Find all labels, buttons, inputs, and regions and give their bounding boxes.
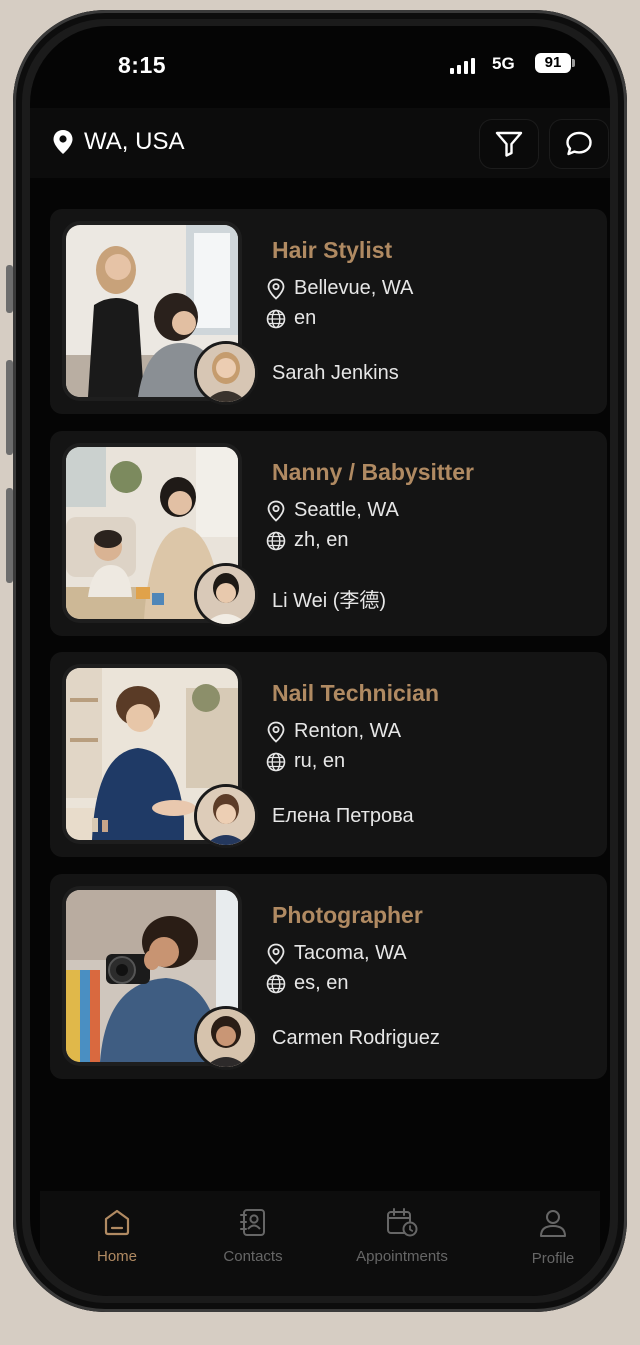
listing-languages: en (266, 307, 316, 330)
listing-role: Nanny / Babysitter (272, 459, 474, 485)
listing-role: Photographer (272, 902, 423, 928)
tab-contacts-label: Contacts (223, 1248, 283, 1265)
location-pin-outline-icon (267, 278, 285, 300)
listing-city: Seattle, WA (294, 499, 399, 521)
listing-card[interactable]: Hair Stylist Bellevue, WA en Sarah Jenki… (50, 209, 607, 414)
top-bar: WA, USA (30, 108, 610, 178)
contacts-icon (240, 1209, 265, 1236)
location-pin-outline-icon (267, 943, 285, 965)
globe-icon (266, 309, 286, 328)
location-pin-outline-icon (267, 500, 285, 522)
battery-icon: 91 (535, 53, 575, 73)
home-icon (104, 1209, 130, 1236)
volume-down-button (6, 488, 13, 583)
listing-languages: es, en (266, 972, 348, 995)
listing-card[interactable]: Nail Technician Renton, WA ru, en Елена … (50, 652, 607, 857)
listing-location: Renton, WA (266, 720, 401, 743)
tab-home-label: Home (96, 1248, 137, 1265)
provider-avatar (194, 563, 258, 627)
listing-location: Tacoma, WA (266, 942, 407, 965)
tab-appointments-label: Appointments (356, 1248, 448, 1265)
provider-name: Sarah Jenkins (272, 362, 399, 384)
status-bar: 8:15 5G 91 (30, 26, 610, 106)
calendar-icon (387, 1208, 418, 1237)
status-time: 8:15 (118, 52, 167, 78)
listing-language-codes: zh, en (294, 529, 349, 551)
provider-avatar (194, 1006, 258, 1070)
listing-language-codes: es, en (294, 972, 349, 994)
tab-appointments[interactable]: Appointments (342, 1207, 462, 1265)
location-selector[interactable]: WA, USA (52, 128, 184, 156)
tab-contacts[interactable]: Contacts (193, 1207, 313, 1265)
signal-icon (450, 58, 475, 74)
listing-city: Bellevue, WA (294, 277, 414, 299)
globe-icon (266, 974, 286, 993)
globe-icon (266, 531, 286, 550)
provider-avatar (194, 784, 258, 848)
network-label: 5G (492, 54, 515, 73)
provider-avatar (194, 341, 258, 405)
mute-switch (6, 265, 13, 313)
listing-city: Tacoma, WA (294, 942, 407, 964)
tab-home[interactable]: Home (57, 1207, 177, 1265)
listing-role: Nail Technician (272, 680, 440, 706)
provider-name: Carmen Rodriguez (272, 1027, 440, 1049)
listing-card[interactable]: Nanny / Babysitter Seattle, WA zh, en Li… (50, 431, 607, 636)
filter-button[interactable] (480, 120, 538, 168)
listing-location: Seattle, WA (266, 499, 399, 522)
profile-icon (540, 1210, 566, 1237)
messages-button[interactable] (550, 120, 608, 168)
provider-name: Li Wei (李德) (272, 590, 387, 612)
provider-name: Елена Петрова (272, 805, 414, 827)
location-title: WA, USA (84, 128, 185, 155)
listing-languages: ru, en (266, 750, 345, 773)
globe-icon (266, 752, 286, 771)
listing-language-codes: ru, en (294, 750, 346, 772)
listing-location: Bellevue, WA (266, 277, 413, 300)
location-pin-outline-icon (267, 721, 285, 743)
listing-languages: zh, en (266, 529, 348, 552)
chat-bubble-icon (566, 131, 592, 156)
screen: 8:15 5G 91 WA, USA Hair Stylist Bellevue… (30, 26, 610, 1296)
volume-up-button (6, 360, 13, 455)
tab-profile[interactable]: Profile (493, 1207, 610, 1267)
listing-city: Renton, WA (294, 720, 402, 742)
tab-profile-label: Profile (531, 1250, 575, 1267)
listing-card[interactable]: Photographer Tacoma, WA es, en Carmen Ro… (50, 874, 607, 1079)
bottom-tab-bar: Home Contacts Appointments Profile (40, 1191, 600, 1296)
filter-icon (495, 131, 523, 157)
listing-language-codes: en (294, 307, 317, 329)
listing-role: Hair Stylist (272, 237, 393, 263)
location-pin-icon (53, 130, 73, 154)
